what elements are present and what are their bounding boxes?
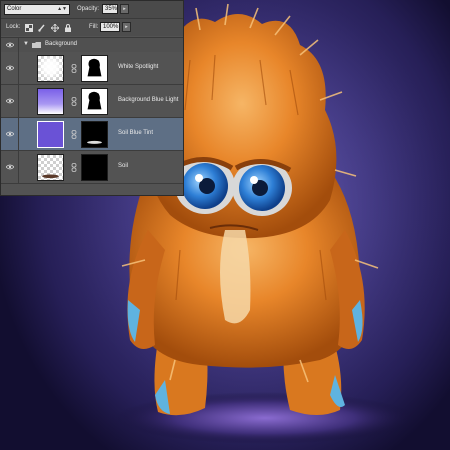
layer-thumbnail[interactable] xyxy=(37,154,64,181)
opacity-value: 35% xyxy=(105,6,118,12)
layer-mask-thumbnail[interactable] xyxy=(81,88,108,115)
layer-mask-thumbnail[interactable] xyxy=(81,121,108,148)
blend-mode-dropdown[interactable]: Color ▲▼ xyxy=(4,4,70,15)
mask-link-chain-icon[interactable] xyxy=(71,163,77,172)
layer-group-background[interactable]: ▼ Background xyxy=(1,37,183,53)
mask-link-chain-icon[interactable] xyxy=(71,97,77,106)
lock-options-bar: Lock: Fill: 100% ▸ xyxy=(1,18,183,36)
folder-icon xyxy=(32,42,41,48)
mask-link-chain-icon[interactable] xyxy=(71,64,77,73)
lock-label: Lock: xyxy=(6,24,21,30)
visibility-eye-icon[interactable] xyxy=(6,164,14,170)
layer-name: White Spotlight xyxy=(118,64,159,70)
visibility-eye-icon[interactable] xyxy=(6,65,14,71)
mask-link-chain-icon[interactable] xyxy=(71,130,77,139)
visibility-column-divider xyxy=(18,52,19,84)
fill-value: 100% xyxy=(103,24,119,30)
visibility-column-divider xyxy=(18,151,19,183)
layer-row-background-blue-light[interactable]: Background Blue Light xyxy=(1,85,183,118)
dropdown-arrows-icon: ▲▼ xyxy=(57,6,67,12)
lock-position-move-icon[interactable] xyxy=(51,24,59,32)
opacity-field[interactable]: 35% xyxy=(102,4,118,14)
lock-image-pixels-brush-icon[interactable] xyxy=(38,24,46,32)
blend-mode-value: Color xyxy=(7,6,22,12)
layer-name: Soil xyxy=(118,163,129,169)
layer-row-soil-blue-tint[interactable]: Soil Blue Tint xyxy=(1,118,183,151)
visibility-eye-icon[interactable] xyxy=(6,42,14,48)
blend-options-bar: Color ▲▼ Opacity: 35% ▸ xyxy=(1,1,183,18)
lock-all-padlock-icon[interactable] xyxy=(64,24,72,32)
layer-name: Soil Blue Tint xyxy=(118,130,154,136)
visibility-column-divider xyxy=(18,85,19,117)
opacity-label: Opacity: xyxy=(77,6,100,12)
lock-transparent-pixels-icon[interactable] xyxy=(25,24,33,32)
fill-label: Fill: xyxy=(89,24,99,30)
layer-thumbnail[interactable] xyxy=(37,88,64,115)
visibility-column-divider xyxy=(18,38,19,52)
opacity-stepper[interactable]: ▸ xyxy=(120,4,129,14)
layer-name: Background Blue Light xyxy=(118,97,179,103)
fill-field[interactable]: 100% xyxy=(100,22,120,32)
group-expand-triangle-icon[interactable]: ▼ xyxy=(23,41,29,47)
group-name: Background xyxy=(45,41,78,47)
visibility-column-divider xyxy=(18,118,19,150)
layer-thumbnail[interactable] xyxy=(37,55,64,82)
layer-mask-thumbnail[interactable] xyxy=(81,154,108,181)
visibility-eye-icon[interactable] xyxy=(6,98,14,104)
layer-row-soil[interactable]: Soil xyxy=(1,151,183,184)
layers-panel: Color ▲▼ Opacity: 35% ▸ Lock: Fill: 100%… xyxy=(0,0,184,196)
layer-thumbnail[interactable] xyxy=(37,121,64,148)
layer-mask-thumbnail[interactable] xyxy=(81,55,108,82)
visibility-eye-icon[interactable] xyxy=(6,131,14,137)
fill-stepper[interactable]: ▸ xyxy=(122,22,131,32)
layer-row-white-spotlight[interactable]: White Spotlight xyxy=(1,52,183,85)
